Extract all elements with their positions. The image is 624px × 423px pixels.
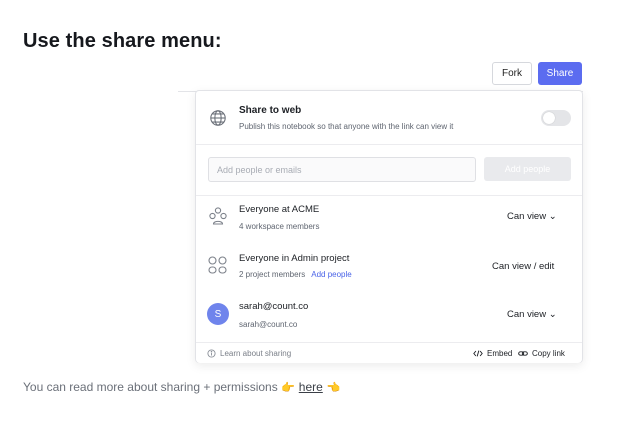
- page-heading: Use the share menu:: [23, 30, 222, 52]
- avatar: S: [207, 303, 229, 325]
- add-people-link[interactable]: Add people: [311, 270, 351, 279]
- permission-dropdown[interactable]: Can view / edit: [492, 261, 554, 272]
- embed-label: Embed: [487, 349, 513, 358]
- copy-link-label: Copy link: [532, 349, 565, 358]
- link-icon: [518, 351, 528, 356]
- member-subtext: sarah@count.co: [239, 320, 298, 329]
- learn-about-sharing-link[interactable]: Learn about sharing: [207, 349, 291, 358]
- share-to-web-description: Publish this notebook so that anyone wit…: [239, 122, 454, 131]
- share-to-web-title: Share to web: [239, 105, 302, 116]
- share-button[interactable]: Share: [538, 62, 582, 85]
- toggle-knob: [543, 112, 555, 124]
- share-menu-panel: Share to web Publish this notebook so th…: [195, 90, 583, 363]
- permission-dropdown[interactable]: Can view ⌄: [507, 211, 557, 222]
- add-people-button[interactable]: Add people: [484, 157, 571, 181]
- fork-button[interactable]: Fork: [492, 62, 532, 85]
- help-circle-icon: [207, 349, 216, 358]
- member-subtext: 2 project members: [239, 270, 306, 279]
- bottom-note: You can read more about sharing + permis…: [23, 380, 341, 394]
- member-name: Everyone at ACME: [239, 204, 320, 215]
- member-subtext: 4 workspace members: [239, 222, 320, 231]
- pointing-right-icon: 👉: [281, 382, 295, 394]
- bottom-note-text: You can read more about sharing + permis…: [23, 380, 278, 394]
- member-subtext-row: 2 project members Add people: [239, 270, 352, 279]
- here-link[interactable]: here: [299, 380, 323, 394]
- embed-button[interactable]: Embed: [473, 349, 512, 358]
- workspace-group-icon: [209, 207, 227, 225]
- pointing-left-icon: 👈: [326, 382, 341, 394]
- permission-dropdown[interactable]: Can view ⌄: [507, 309, 557, 320]
- add-people-input[interactable]: [208, 157, 476, 182]
- section-divider: [196, 195, 582, 196]
- globe-icon: [210, 110, 226, 126]
- share-menu-footer: Learn about sharing Embed Copy link: [196, 342, 582, 363]
- member-name: sarah@count.co: [239, 301, 309, 312]
- section-divider: [196, 144, 582, 145]
- project-group-icon: [208, 256, 227, 274]
- share-to-web-toggle[interactable]: [541, 110, 571, 126]
- learn-label: Learn about sharing: [220, 349, 292, 358]
- member-name: Everyone in Admin project: [239, 253, 350, 264]
- copy-link-button[interactable]: Copy link: [518, 349, 565, 358]
- code-icon: [473, 350, 483, 357]
